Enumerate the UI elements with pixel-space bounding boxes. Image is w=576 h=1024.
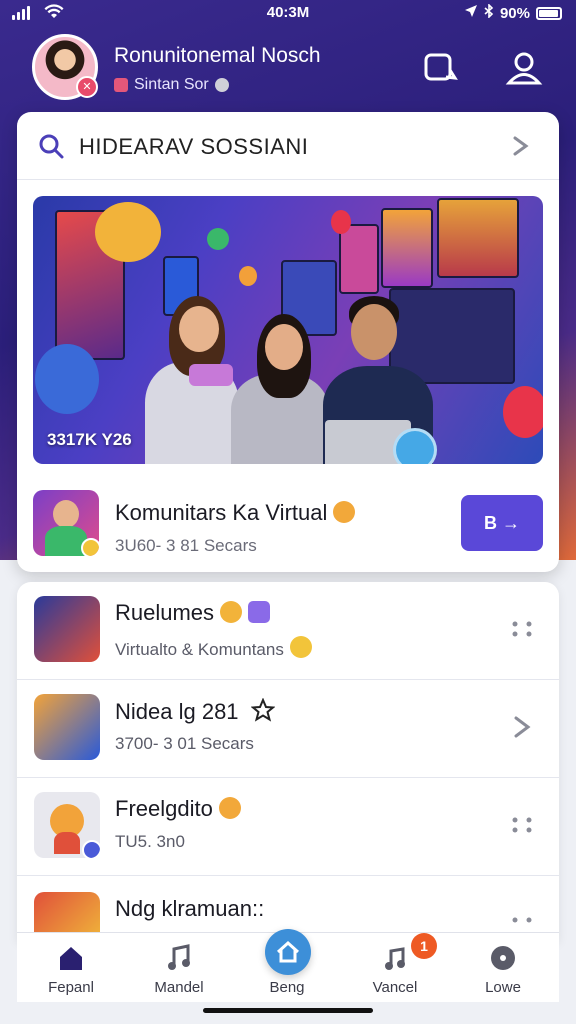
notification-badge: 1 — [411, 933, 437, 959]
house-icon — [265, 929, 311, 975]
user-name: Ronunitonemal Nosch — [114, 44, 321, 67]
tab-label: Lowe — [485, 979, 521, 996]
list-item-subtitle: 3700- 3 01 Secars — [115, 734, 254, 753]
list-item-title: Nidea lg 281 — [115, 697, 276, 725]
list-item[interactable]: Freelgdito TU5. 3n0 — [17, 778, 559, 876]
status-bar: 40:3M 90% — [0, 0, 576, 26]
game-controller-icon — [189, 364, 233, 386]
search-icon — [39, 134, 64, 159]
more-icon[interactable] — [509, 812, 535, 838]
music-icon — [168, 944, 190, 970]
banner-screen — [339, 224, 379, 294]
microphone-icon — [35, 344, 99, 414]
banner-screen — [381, 208, 433, 288]
battery-percent: 90% — [499, 4, 530, 22]
list-item[interactable]: Nidea lg 281 3700- 3 01 Secars — [17, 680, 559, 778]
featured-subtitle: 3U60- 3 81 Secars — [115, 536, 257, 555]
user-status-text: Sintan Sor — [134, 76, 209, 93]
hero-banner[interactable]: 3317K Y26 — [33, 196, 543, 464]
featured-card: HIDEARAV SOSSIANI 3317K Y26 Komunitars K… — [17, 112, 559, 572]
home-icon — [60, 947, 82, 970]
star-icon — [250, 697, 276, 722]
user-status: Sintan Sor — [114, 76, 229, 94]
list-item-subtitle: Virtualto & Komuntans — [115, 636, 312, 660]
balloon-icon — [503, 386, 543, 438]
list-thumbnail — [34, 694, 100, 760]
list-thumbnail — [34, 596, 100, 662]
tab-mandel[interactable]: Mandel — [125, 933, 233, 1003]
play-button[interactable] — [393, 428, 437, 464]
emoji-icon — [248, 601, 271, 623]
balloon-icon — [239, 266, 257, 286]
chevron-right-icon[interactable] — [509, 134, 533, 158]
tab-label: Beng — [269, 979, 305, 996]
profile-button[interactable] — [504, 48, 544, 88]
list-thumbnail — [34, 792, 100, 858]
tab-label: Fepanl — [48, 979, 94, 996]
badge-icon — [81, 538, 99, 556]
tab-label: Vancel — [372, 979, 418, 996]
list-item-title: Ruelumes — [115, 600, 271, 626]
circle-icon — [491, 946, 515, 970]
more-icon[interactable] — [509, 616, 535, 642]
featured-title: Komunitars Ka Virtual — [115, 500, 356, 526]
balloon-icon — [331, 210, 351, 234]
balloon-icon — [207, 228, 229, 250]
person-figure — [265, 324, 303, 370]
user-icon — [505, 52, 543, 85]
person-figure — [179, 306, 219, 352]
tab-fepanl[interactable]: Fepanl — [17, 933, 125, 1003]
emoji-icon — [220, 601, 243, 623]
battery-icon — [536, 6, 562, 20]
chevron-right-icon[interactable] — [509, 714, 535, 740]
tab-label: Mandel — [154, 979, 204, 996]
badge-icon — [82, 840, 100, 858]
home-indicator — [203, 1008, 373, 1013]
list-item[interactable]: Ruelumes Virtualto & Komuntans — [17, 582, 559, 680]
status-dot-icon — [214, 78, 229, 92]
community-list: Ruelumes Virtualto & Komuntans Nidea lg … — [17, 582, 559, 942]
tab-beng[interactable]: Beng — [233, 929, 341, 1003]
emoji-icon — [333, 501, 356, 523]
status-square-icon — [114, 78, 128, 92]
bottom-tab-bar: Fepanl Mandel Beng Vancel 1 Lowe — [17, 929, 559, 1003]
chat-button[interactable] — [420, 48, 460, 88]
person-figure — [351, 304, 397, 360]
banner-screen — [437, 198, 519, 278]
tab-lowe[interactable]: Lowe — [449, 933, 557, 1003]
banner-count: 3317K Y26 — [47, 430, 132, 449]
mascot-icon — [95, 202, 161, 262]
emoji-icon — [218, 797, 241, 819]
list-item-subtitle: TU5. 3n0 — [115, 832, 185, 851]
search-bar[interactable]: HIDEARAV SOSSIANI — [17, 112, 559, 180]
chat-icon — [424, 53, 458, 81]
join-button[interactable]: B → — [461, 495, 543, 551]
featured-community[interactable]: Komunitars Ka Virtual 3U60- 3 81 Secars … — [17, 478, 559, 572]
list-item-title: Freelgdito — [115, 796, 241, 822]
avatar-badge-icon: ✕ — [76, 76, 98, 98]
search-input[interactable]: HIDEARAV SOSSIANI — [79, 134, 308, 160]
music-note-icon — [385, 947, 405, 970]
profile-header: ✕ Ronunitonemal Nosch Sintan Sor — [0, 30, 576, 106]
list-item-title: Ndg klramuan:: — [115, 896, 265, 921]
location-icon — [464, 4, 478, 22]
emoji-icon — [289, 636, 312, 658]
community-thumbnail — [33, 490, 99, 556]
bluetooth-icon — [484, 3, 494, 22]
